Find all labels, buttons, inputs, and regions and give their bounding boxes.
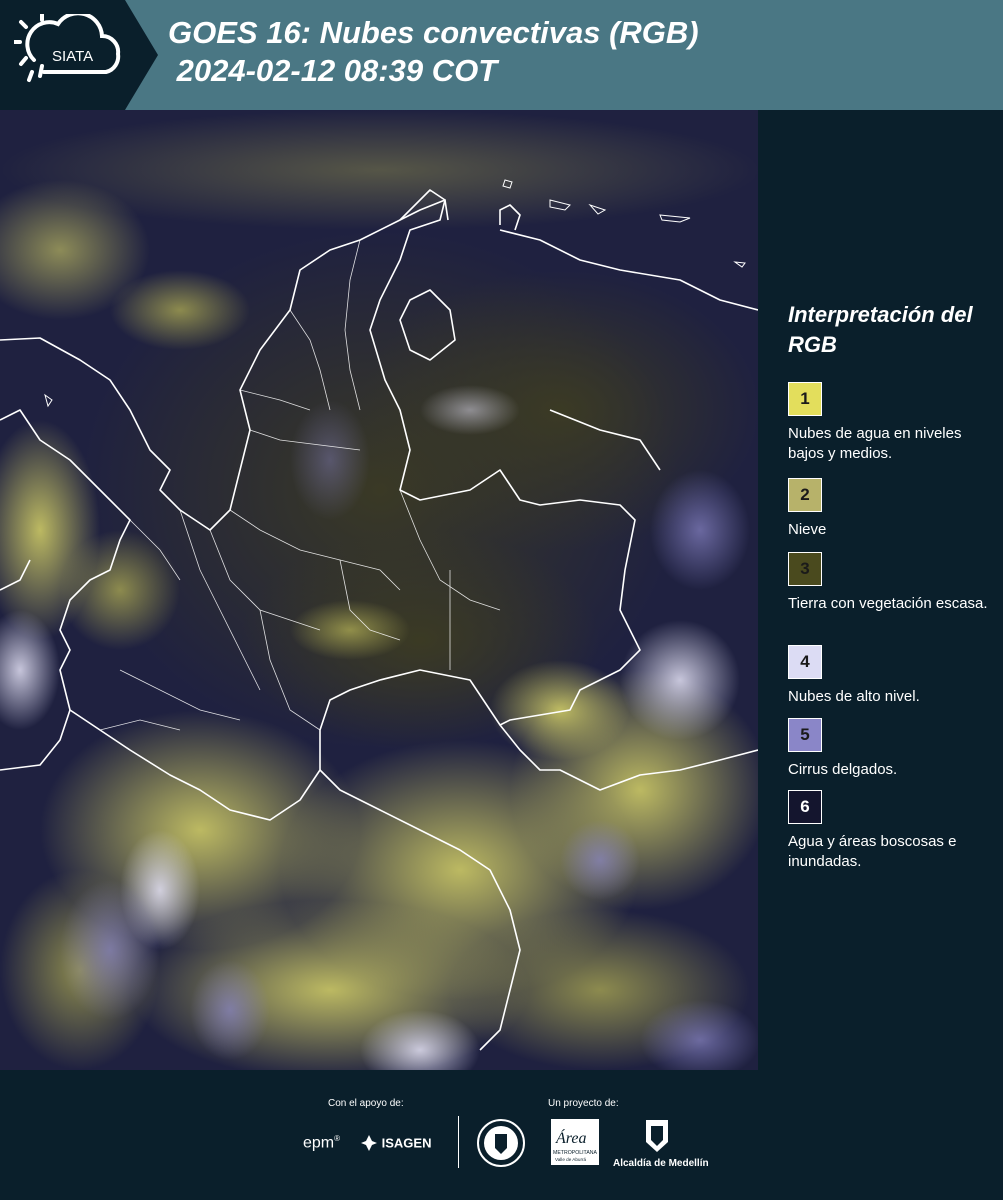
legend-swatch: 5 bbox=[788, 718, 822, 752]
satellite-map[interactable] bbox=[0, 110, 758, 1070]
epm-logo: epm® bbox=[303, 1134, 341, 1152]
medellin-seal-icon bbox=[477, 1119, 525, 1167]
legend-title: Interpretación del RGB bbox=[788, 302, 973, 357]
header: SIATA GOES 16: Nubes convectivas (RGB) 2… bbox=[0, 0, 1003, 110]
legend-item-6: 6 Agua y áreas boscosas e inundadas. bbox=[788, 790, 993, 872]
isagen-icon bbox=[361, 1135, 377, 1151]
satellite-image bbox=[0, 110, 758, 1070]
alcaldia-coat-icon bbox=[646, 1120, 668, 1152]
isagen-logo: ISAGEN bbox=[360, 1134, 431, 1152]
legend-item-text: Tierra con vegetación escasa. bbox=[788, 595, 988, 612]
siata-logo: SIATA bbox=[0, 0, 158, 110]
siata-logo-text: SIATA bbox=[52, 48, 93, 65]
legend-item-4: 4 Nubes de alto nivel. bbox=[788, 645, 993, 707]
footer-divider bbox=[458, 1116, 459, 1168]
legend-item-text: Nubes de agua en niveles bajos y medios. bbox=[788, 425, 962, 462]
legend-swatch: 3 bbox=[788, 552, 822, 586]
legend-item-text: Agua y áreas boscosas e inundadas. bbox=[788, 833, 957, 870]
legend-swatch: 6 bbox=[788, 790, 822, 824]
legend-item-1: 1 Nubes de agua en niveles bajos y medios… bbox=[788, 382, 993, 464]
footer: Con el apoyo de: Un proyecto de: epm® IS… bbox=[0, 1070, 1003, 1200]
legend-panel: Interpretación del RGB 1 Nubes de agua en… bbox=[758, 110, 1003, 1070]
legend-item-5: 5 Cirrus delgados. bbox=[788, 718, 993, 780]
legend-item-2: 2 Nieve bbox=[788, 478, 993, 540]
legend-swatch: 2 bbox=[788, 478, 822, 512]
project-label: Un proyecto de: bbox=[548, 1098, 619, 1109]
support-label: Con el apoyo de: bbox=[328, 1098, 404, 1109]
legend-item-text: Nieve bbox=[788, 521, 827, 538]
area-logo-sub: METROPOLITANA bbox=[553, 1150, 598, 1156]
title-line-2: 2024-02-12 08:39 COT bbox=[168, 53, 498, 88]
legend-item-text: Cirrus delgados. bbox=[788, 761, 898, 778]
alcaldia-label: Alcaldía de Medellín bbox=[613, 1158, 709, 1169]
legend-item-3: 3 Tierra con vegetación escasa. bbox=[788, 552, 993, 614]
area-logo-sub2: Valle de Aburrá bbox=[555, 1157, 587, 1162]
legend-swatch: 4 bbox=[788, 645, 822, 679]
area-logo-text: Área bbox=[555, 1128, 587, 1147]
legend-swatch: 1 bbox=[788, 382, 822, 416]
area-metropolitana-logo: Área METROPOLITANA Valle de Aburrá bbox=[551, 1119, 599, 1165]
page-title: GOES 16: Nubes convectivas (RGB) 2024-02… bbox=[168, 14, 699, 90]
legend-item-text: Nubes de alto nivel. bbox=[788, 688, 920, 705]
title-line-1: GOES 16: Nubes convectivas (RGB) bbox=[168, 15, 699, 50]
